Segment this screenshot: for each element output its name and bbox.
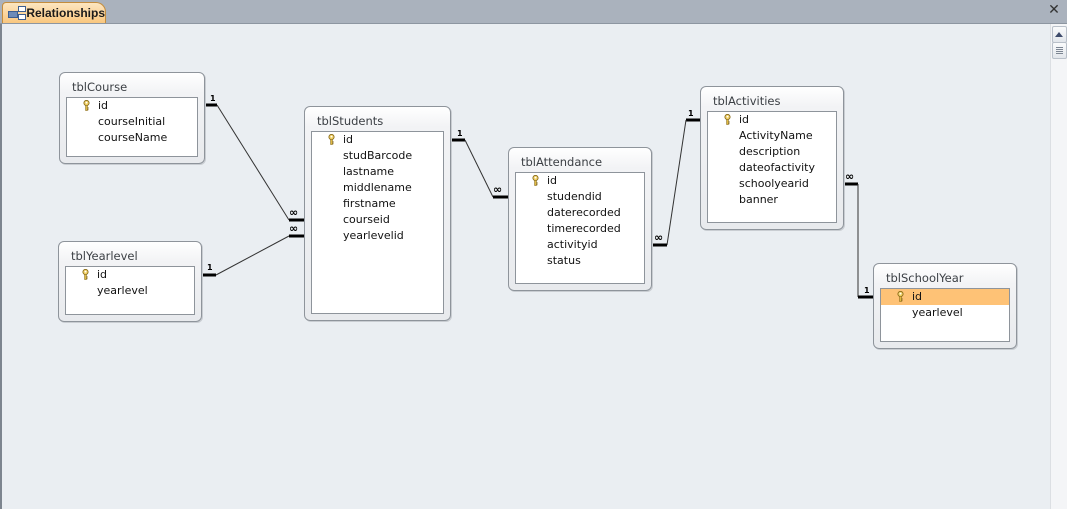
field-name: ActivityName [739,129,813,142]
field-item[interactable]: activityid [516,237,644,253]
field-item[interactable]: yearlevel [66,283,194,299]
field-item[interactable]: ActivityName [708,128,836,144]
primary-key-icon [532,174,539,186]
field-name: yearlevel [912,306,963,319]
scroll-thumb[interactable] [1052,42,1067,59]
close-icon[interactable]: ✕ [1047,3,1061,17]
table-tblSchoolYear[interactable]: tblSchoolYear id yearlevel [873,263,1017,349]
cardinality-many-label: ∞ [289,222,299,235]
field-item[interactable]: middlename [312,180,443,196]
field-item[interactable]: id [708,112,836,128]
field-name: description [739,145,801,158]
field-item[interactable]: courseid [312,212,443,228]
table-title: tblStudents [317,114,384,128]
table-title: tblYearlevel [71,249,138,263]
primary-key-icon [82,268,89,280]
vertical-scrollbar[interactable] [1050,24,1067,509]
field-list[interactable]: id studBarcode lastname middlename first… [311,131,444,314]
field-list[interactable]: id ActivityName description dateofactivi… [707,111,837,223]
cardinality-one-label: 1 [210,94,216,103]
field-item[interactable]: description [708,144,836,160]
field-name: studendid [547,190,602,203]
field-name: timerecorded [547,222,621,235]
field-item[interactable]: courseName [67,130,197,146]
field-item[interactable]: courseInitial [67,114,197,130]
field-name: dateofactivity [739,161,815,174]
field-name: id [343,133,354,146]
cardinality-many-label: ∞ [493,183,503,196]
cardinality-many-label: ∞ [289,206,299,219]
field-item[interactable]: firstname [312,196,443,212]
table-tblActivities[interactable]: tblActivities id ActivityName descriptio… [700,86,844,230]
field-name: id [739,113,750,126]
field-item[interactable]: studBarcode [312,148,443,164]
field-item[interactable]: dateofactivity [708,160,836,176]
table-tblAttendance[interactable]: tblAttendance id studendid daterecorded … [508,147,652,291]
field-item[interactable]: yearlevel [881,305,1009,321]
table-tblStudents[interactable]: tblStudents id studBarcode lastname midd… [304,106,451,321]
field-name: courseName [98,131,168,144]
field-name: lastname [343,165,395,178]
cardinality-many-label: ∞ [845,170,855,183]
table-title: tblSchoolYear [886,271,964,285]
tab-relationships[interactable]: Relationships [2,2,106,23]
field-item[interactable]: id [67,98,197,114]
field-name: id [547,174,558,187]
field-item[interactable]: id [516,173,644,189]
scroll-up-arrow-icon[interactable] [1052,26,1067,43]
table-title: tblActivities [713,94,781,108]
field-name: activityid [547,238,598,251]
field-name: firstname [343,197,396,210]
field-item[interactable]: daterecorded [516,205,644,221]
relationships-icon [8,6,26,20]
field-list[interactable]: id yearlevel [65,266,195,315]
field-item[interactable]: lastname [312,164,443,180]
field-name: middlename [343,181,412,194]
table-title: tblCourse [72,80,128,94]
field-item[interactable]: studendid [516,189,644,205]
field-name: schoolyearid [739,177,809,190]
cardinality-one-label: 1 [207,263,213,272]
field-item[interactable]: banner [708,192,836,208]
field-name: courseInitial [98,115,166,128]
cardinality-many-label: ∞ [654,231,664,244]
primary-key-icon [897,290,904,302]
field-name: yearlevel [97,284,148,297]
tab-label: Relationships [26,6,105,20]
primary-key-icon [328,133,335,145]
field-name: courseid [343,213,390,226]
field-list[interactable]: id courseInitial courseName [66,97,198,157]
field-list[interactable]: id studendid daterecorded timerecorded a… [515,172,645,284]
field-name: yearlevelid [343,229,404,242]
field-list[interactable]: id yearlevel [880,288,1010,342]
cardinality-one-label: 1 [864,286,870,295]
table-tblYearlevel[interactable]: tblYearlevel id yearlevel [58,241,202,322]
cardinality-one-label: 1 [457,129,463,138]
cardinality-one-label: 1 [688,109,694,118]
field-item[interactable]: timerecorded [516,221,644,237]
field-item[interactable]: id [66,267,194,283]
field-name: status [547,254,581,267]
field-item[interactable]: status [516,253,644,269]
field-item[interactable]: id [312,132,443,148]
field-name: id [912,290,923,303]
field-name: id [97,268,108,281]
primary-key-icon [83,99,90,111]
primary-key-icon [724,113,731,125]
table-tblCourse[interactable]: tblCourse id courseInitial courseName [59,72,205,164]
field-item[interactable]: yearlevelid [312,228,443,244]
field-item-selected[interactable]: id [881,289,1009,305]
field-name: daterecorded [547,206,621,219]
table-title: tblAttendance [521,155,603,169]
field-name: studBarcode [343,149,413,162]
field-item[interactable]: schoolyearid [708,176,836,192]
document-tab-bar: Relationships ✕ [0,0,1067,24]
field-name: id [98,99,109,112]
field-name: banner [739,193,778,206]
